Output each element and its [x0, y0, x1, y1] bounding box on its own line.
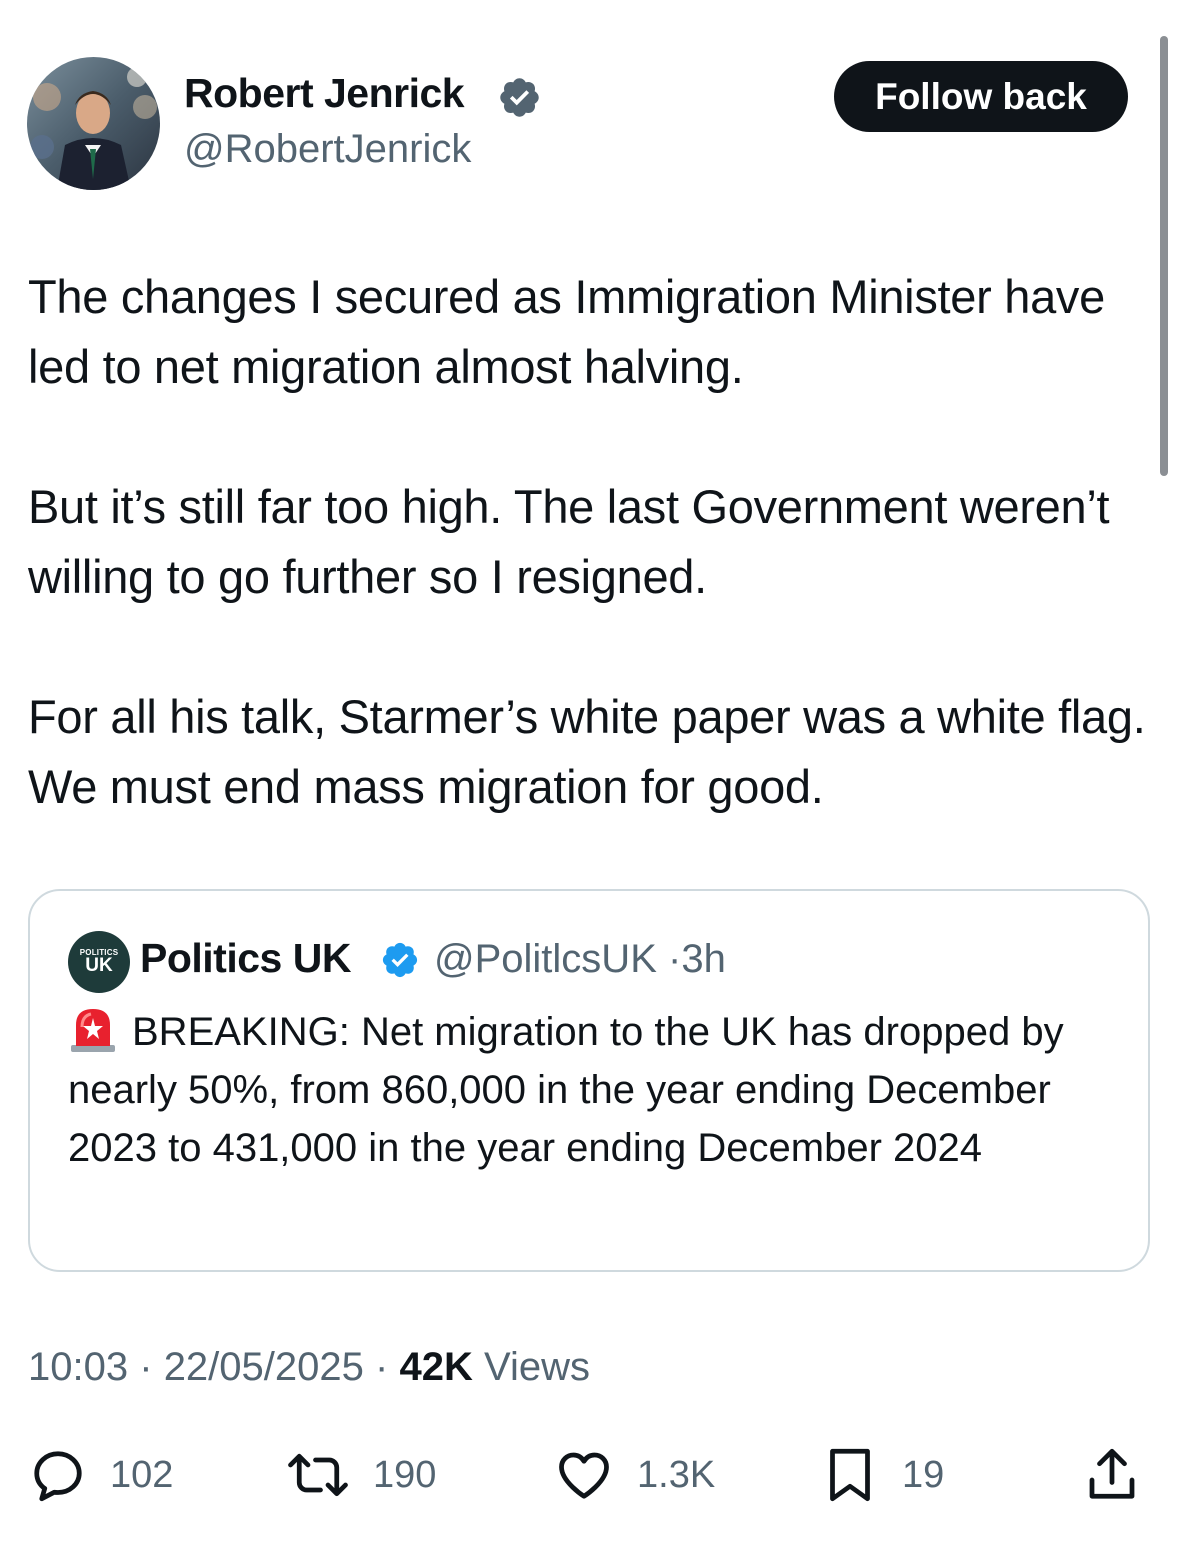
- follow-back-button[interactable]: Follow back: [834, 61, 1128, 132]
- quoted-meta: @PolitlcsUK ·3h: [434, 937, 726, 982]
- verified-badge-icon: [500, 78, 539, 117]
- like-button[interactable]: 1.3K: [553, 1430, 715, 1520]
- repost-icon: [288, 1453, 348, 1497]
- tweet-paragraph: For all his talk, Starmer’s white paper …: [28, 690, 1146, 813]
- quoted-time-ago[interactable]: 3h: [681, 937, 726, 981]
- author-handle[interactable]: @RobertJenrick: [184, 127, 471, 172]
- share-icon: [1089, 1448, 1135, 1499]
- reply-button[interactable]: 102: [28, 1430, 173, 1520]
- meta-separator: ·: [375, 1345, 389, 1389]
- repost-button[interactable]: 190: [285, 1430, 436, 1520]
- bookmark-button[interactable]: 19: [820, 1430, 944, 1520]
- verified-badge-icon: [382, 942, 418, 978]
- meta-separator: ·: [668, 937, 682, 981]
- quoted-tweet-text: BREAKING: Net migration to the UK has dr…: [68, 1003, 1128, 1177]
- quoted-tweet-card[interactable]: POLITICS UK Politics UK @PolitlcsUK ·3h …: [28, 889, 1150, 1272]
- quoted-avatar[interactable]: POLITICS UK: [68, 931, 130, 993]
- author-name[interactable]: Robert Jenrick: [184, 70, 465, 117]
- action-bar: 102 190 1.3K 19: [0, 1430, 1179, 1520]
- tweet-text: The changes I secured as Immigration Min…: [28, 262, 1158, 822]
- meta-separator: ·: [139, 1345, 153, 1389]
- reply-icon: [34, 1451, 82, 1502]
- quoted-avatar-text-big: UK: [85, 955, 113, 976]
- tweet-timestamp: 10:03 · 22/05/2025 · 42K Views: [28, 1345, 590, 1390]
- bookmark-icon: [830, 1448, 870, 1502]
- tweet-paragraph: The changes I secured as Immigration Min…: [28, 270, 1105, 393]
- tweet-date[interactable]: 22/05/2025: [164, 1345, 364, 1389]
- heart-icon: [559, 1452, 609, 1499]
- quoted-text-content: BREAKING: Net migration to the UK has dr…: [68, 1010, 1064, 1170]
- reply-count: 102: [110, 1453, 174, 1496]
- repost-count: 190: [373, 1453, 437, 1496]
- quoted-author-name[interactable]: Politics UK: [140, 935, 351, 982]
- quoted-author-handle[interactable]: @PolitlcsUK: [434, 937, 657, 981]
- rotating-light-icon: [71, 1009, 115, 1052]
- scrollbar[interactable]: [1160, 36, 1168, 476]
- like-count: 1.3K: [637, 1453, 716, 1496]
- tweet-paragraph: But it’s still far too high. The last Go…: [28, 480, 1110, 603]
- author-avatar[interactable]: [27, 57, 160, 190]
- tweet-time[interactable]: 10:03: [28, 1345, 128, 1389]
- share-button[interactable]: [1082, 1430, 1142, 1520]
- views-label[interactable]: Views: [484, 1345, 590, 1389]
- bookmark-count: 19: [902, 1453, 945, 1496]
- views-count[interactable]: 42K: [399, 1345, 472, 1389]
